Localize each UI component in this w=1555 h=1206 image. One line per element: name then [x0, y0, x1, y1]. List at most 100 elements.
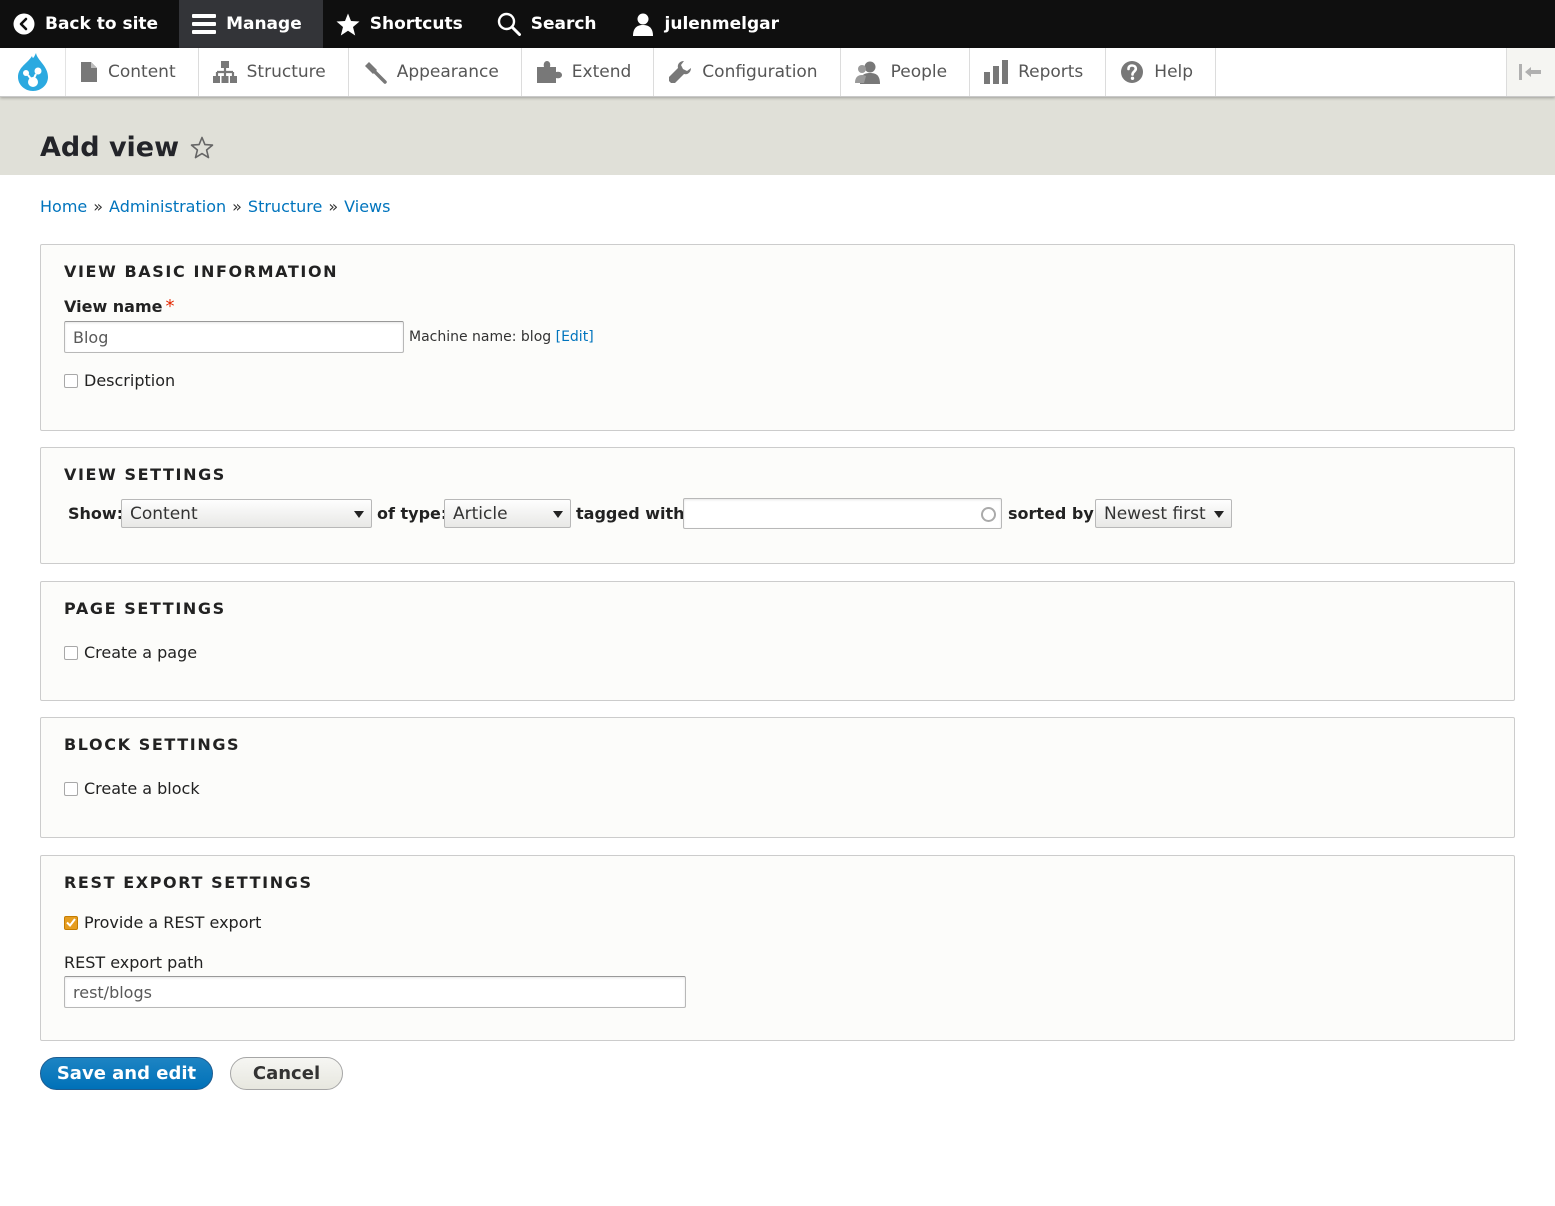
- page-settings-legend: Page settings: [64, 599, 226, 618]
- paint-icon: [364, 62, 387, 84]
- breadcrumb-separator: »: [93, 197, 104, 216]
- create-page-checkbox[interactable]: [64, 645, 78, 660]
- breadcrumb-separator: »: [328, 197, 339, 216]
- create-block-checkbox[interactable]: [64, 781, 78, 796]
- shortcuts-button[interactable]: Shortcuts: [323, 0, 484, 48]
- description-checkbox-row[interactable]: Description: [64, 371, 175, 390]
- block-settings-legend: Block settings: [64, 735, 241, 754]
- drupal-drop-icon: [17, 53, 48, 91]
- breadcrumb-home[interactable]: Home: [40, 197, 87, 216]
- provide-rest-checkbox[interactable]: [64, 915, 78, 930]
- view-name-label: View name: [64, 297, 163, 316]
- sitemap-icon: [212, 61, 237, 83]
- breadcrumb-structure[interactable]: Structure: [248, 197, 322, 216]
- create-page-checkbox-row[interactable]: Create a page: [64, 643, 197, 662]
- drupal-logo[interactable]: [0, 48, 66, 96]
- tray-item-label: Reports: [1018, 62, 1084, 82]
- rest-settings-legend: REST export settings: [64, 873, 313, 892]
- chevron-down-icon: [354, 511, 364, 518]
- sorted-select-value: Newest first: [1104, 503, 1206, 524]
- cancel-button[interactable]: Cancel: [230, 1057, 343, 1090]
- view-name-label-wrapper: View name *: [64, 296, 175, 317]
- create-block-label: Create a block: [84, 779, 200, 798]
- tray-orientation-toggle[interactable]: [1506, 48, 1555, 96]
- tray-item-label: Help: [1154, 62, 1194, 82]
- tray-item-label: Extend: [571, 62, 632, 82]
- machine-name: Machine name: blog [Edit]: [409, 329, 594, 345]
- type-label: of type:: [377, 504, 448, 523]
- rest-path-label: REST export path: [64, 953, 204, 972]
- user-menu-button[interactable]: julenmelgar: [618, 0, 800, 48]
- type-select-value: Article: [453, 503, 508, 524]
- breadcrumb-separator: »: [232, 197, 242, 216]
- autocomplete-throbber-icon: [981, 507, 996, 522]
- back-to-site-button[interactable]: Back to site: [0, 0, 179, 48]
- create-page-label: Create a page: [84, 643, 198, 662]
- bar-chart-icon: [984, 60, 1009, 84]
- create-block-checkbox-row[interactable]: Create a block: [64, 779, 200, 798]
- basic-info-legend: View basic information: [64, 262, 339, 281]
- search-button[interactable]: Search: [484, 0, 618, 48]
- view-settings-fieldset: View settings Show: Content of type: Art…: [40, 447, 1515, 564]
- add-shortcut-star-icon[interactable]: [190, 136, 214, 160]
- page-title: Add view: [40, 132, 180, 163]
- tray-item-structure[interactable]: Structure: [199, 48, 349, 96]
- view-name-input[interactable]: [64, 321, 404, 353]
- back-to-site-label: Back to site: [45, 14, 159, 34]
- block-settings-fieldset: Block settings Create a block: [40, 717, 1515, 838]
- machine-name-edit-link[interactable]: [Edit]: [556, 329, 594, 345]
- show-label: Show:: [68, 504, 124, 523]
- breadcrumb: Home » Administration » Structure » View…: [40, 197, 390, 216]
- file-icon: [81, 62, 97, 82]
- help-icon: [1121, 61, 1144, 83]
- rest-path-input[interactable]: [64, 976, 686, 1008]
- tray-item-label: People: [890, 62, 948, 82]
- menu-icon: [192, 14, 217, 34]
- machine-name-text: Machine name: blog: [409, 329, 556, 345]
- admin-tray: Content Structure Appearance Extend Conf…: [0, 48, 1555, 97]
- tray-item-people[interactable]: People: [841, 48, 971, 96]
- breadcrumb-views[interactable]: Views: [344, 197, 390, 216]
- manage-button[interactable]: Manage: [179, 0, 323, 48]
- tray-item-reports[interactable]: Reports: [970, 48, 1107, 96]
- tray-item-label: Structure: [246, 62, 326, 82]
- show-select[interactable]: Content: [121, 499, 372, 528]
- wrench-icon: [669, 61, 692, 83]
- page-header: [0, 97, 1555, 175]
- admin-toolbar: Back to site Manage Shortcuts Search jul…: [0, 0, 1555, 48]
- page-title-wrapper: Add view: [40, 132, 214, 163]
- tray-item-appearance[interactable]: Appearance: [349, 48, 522, 96]
- tray-item-help[interactable]: Help: [1106, 48, 1217, 96]
- tagged-with-input[interactable]: [683, 498, 1002, 529]
- sorted-label: sorted by:: [1008, 504, 1101, 523]
- provide-rest-label: Provide a REST export: [84, 913, 262, 932]
- save-and-edit-button[interactable]: Save and edit: [40, 1057, 213, 1090]
- basic-info-fieldset: View basic information View name * Machi…: [40, 244, 1515, 431]
- puzzle-icon: [536, 61, 562, 83]
- shortcuts-label: Shortcuts: [369, 14, 463, 34]
- page-settings-fieldset: Page settings Create a page: [40, 581, 1515, 701]
- provide-rest-checkbox-row[interactable]: Provide a REST export: [64, 913, 261, 932]
- chevron-left-circle-icon: [13, 13, 35, 35]
- user-name-label: julenmelgar: [664, 14, 779, 34]
- star-icon: [336, 13, 360, 35]
- sorted-select[interactable]: Newest first: [1095, 499, 1232, 528]
- chevron-down-icon: [1214, 511, 1224, 518]
- type-select[interactable]: Article: [444, 499, 571, 528]
- collapse-left-icon: [1519, 64, 1541, 80]
- show-select-value: Content: [130, 503, 198, 524]
- tray-item-extend[interactable]: Extend: [522, 48, 655, 96]
- required-marker: *: [165, 296, 175, 317]
- tray-item-label: Content: [108, 62, 176, 82]
- people-icon: [854, 61, 880, 84]
- breadcrumb-administration[interactable]: Administration: [109, 197, 226, 216]
- tray-item-label: Configuration: [702, 62, 818, 82]
- search-label: Search: [530, 14, 597, 34]
- tray-item-content[interactable]: Content: [66, 48, 199, 96]
- checkmark-icon: [66, 918, 76, 927]
- tagged-label: tagged with:: [576, 504, 691, 523]
- chevron-down-icon: [553, 511, 563, 518]
- description-checkbox[interactable]: [64, 373, 78, 388]
- tray-item-configuration[interactable]: Configuration: [654, 48, 841, 96]
- user-icon: [632, 13, 653, 36]
